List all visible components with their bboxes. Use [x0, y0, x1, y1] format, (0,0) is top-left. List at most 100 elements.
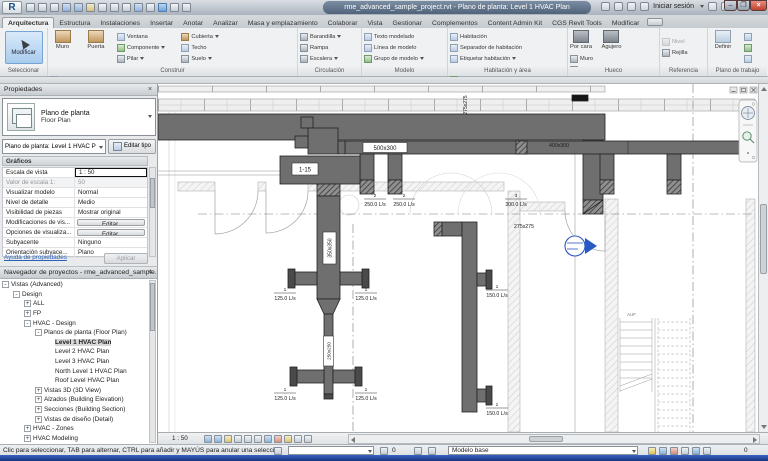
flow-label[interactable]: 125.0 L/s: [274, 296, 296, 302]
tab-content-admin-kit[interactable]: Content Admin Kit: [483, 18, 547, 28]
prop-row-detalle[interactable]: Nivel de detalle Medio: [3, 198, 147, 208]
prop-row-opciones[interactable]: Opciones de visualiza... Editar...: [3, 228, 147, 238]
navbar-more-icon[interactable]: [747, 152, 749, 154]
flow-label[interactable]: 150.0 L/s: [486, 411, 508, 417]
escalera-button[interactable]: Escalera: [298, 53, 360, 64]
restore-button[interactable]: ❐: [737, 0, 750, 11]
vertical-scrollbar[interactable]: [758, 84, 768, 432]
expand-icon[interactable]: +: [24, 435, 31, 442]
rejilla-button[interactable]: Rejilla: [660, 47, 706, 58]
exchange-apps-icon[interactable]: [708, 2, 717, 11]
tree-item-alzados[interactable]: +Alzados (Building Elevation): [0, 395, 150, 405]
view-restore-icon[interactable]: [740, 87, 747, 93]
prop-value[interactable]: Ninguno: [75, 238, 147, 247]
duct-size-label[interactable]: 275x275: [514, 224, 534, 230]
browser-scrollbar[interactable]: [149, 280, 156, 443]
tree-item-vistas-diseno[interactable]: +Vistas de diseño (Detail): [0, 414, 150, 424]
prop-row-escala[interactable]: Escala de vista 1 : 50: [3, 168, 147, 178]
flow-tag[interactable]: 1: [496, 284, 499, 290]
view-scale-button[interactable]: 1 : 50: [172, 435, 188, 442]
panel-label-construir[interactable]: Construir: [48, 67, 297, 76]
duct-drop[interactable]: [360, 154, 374, 180]
section-graficos[interactable]: Gráficos: [2, 156, 148, 166]
editar-button[interactable]: Editar...: [77, 219, 145, 226]
panel-label-circulacion[interactable]: Circulación: [298, 67, 361, 76]
section-icon[interactable]: [146, 3, 155, 12]
nivel-button[interactable]: Nivel: [660, 36, 706, 47]
print-icon[interactable]: [86, 3, 95, 12]
project-browser-header[interactable]: Navegador de proyectos - rme_advanced_sa…: [0, 267, 157, 279]
suelo-button[interactable]: Suelo: [179, 53, 233, 64]
expand-icon[interactable]: -: [35, 329, 42, 336]
prop-row-visualizar[interactable]: Visualizar modelo Normal: [3, 188, 147, 198]
open-icon[interactable]: [26, 3, 35, 12]
duct-drop[interactable]: [388, 154, 402, 180]
tree-item-all[interactable]: +ALL: [0, 299, 150, 309]
flow-tag[interactable]: 1: [284, 287, 287, 293]
texto-modelado-button[interactable]: Texto modelado: [362, 31, 446, 42]
properties-close-icon[interactable]: ×: [146, 86, 154, 94]
tree-item-secciones[interactable]: +Secciones (Building Section): [0, 405, 150, 415]
prop-value[interactable]: Medio: [75, 198, 147, 207]
properties-filter-combo[interactable]: Plano de planta: Level 1 HVAC P: [2, 139, 106, 154]
detail-level-icon[interactable]: [204, 435, 212, 443]
close-button[interactable]: ×: [750, 0, 767, 11]
panel-label-habitacion[interactable]: Habitación y área: [448, 67, 567, 76]
view-window-controls[interactable]: [730, 87, 757, 93]
shadows-icon[interactable]: [234, 435, 242, 443]
flow-tag[interactable]: 1: [365, 287, 368, 293]
expand-icon[interactable]: +: [24, 300, 31, 307]
tree-item-level-2-hvac-plan[interactable]: Level 2 HVAC Plan: [0, 347, 150, 357]
duct-drop[interactable]: [667, 154, 681, 180]
ahu-connector[interactable]: [308, 128, 338, 154]
tab-insertar[interactable]: Insertar: [145, 18, 178, 28]
componente-button[interactable]: Componente: [115, 42, 175, 53]
tree-item-level-3-hvac-plan[interactable]: Level 3 HVAC Plan: [0, 357, 150, 367]
panel-label-referencia[interactable]: Referencia: [660, 67, 707, 76]
exclude-options-icon[interactable]: [648, 447, 656, 455]
panel-label-modelo[interactable]: Modelo: [362, 67, 447, 76]
view-minimize-icon[interactable]: [730, 87, 737, 93]
flow-label[interactable]: 125.0 L/s: [274, 396, 296, 402]
app-menu-button[interactable]: R: [2, 1, 22, 14]
aligned-dimension-icon[interactable]: [110, 3, 119, 12]
rampa-button[interactable]: Rampa: [298, 42, 360, 53]
expand-icon[interactable]: +: [24, 425, 31, 432]
tree-item-vistas-advanced[interactable]: -Vistas (Advanced): [0, 280, 150, 290]
design-options-icon[interactable]: [414, 447, 422, 455]
editing-requests-icon[interactable]: [380, 447, 388, 455]
por-cara-button[interactable]: Por cara: [569, 30, 593, 50]
prop-value[interactable]: 1 : 50: [75, 168, 147, 177]
prop-value[interactable]: Normal: [75, 188, 147, 197]
tab-estructura[interactable]: Estructura: [54, 18, 95, 28]
zoom-icon[interactable]: [743, 132, 751, 140]
tab-gestionar[interactable]: Gestionar: [387, 18, 426, 28]
reveal-constraints-icon[interactable]: [304, 435, 312, 443]
select-links-icon[interactable]: [670, 447, 678, 455]
type-selector-dropdown-icon[interactable]: [148, 115, 152, 118]
ventana-button[interactable]: Ventana: [115, 31, 175, 42]
main-supply-duct[interactable]: [158, 114, 605, 140]
flow-tag[interactable]: 2: [374, 193, 377, 199]
flow-tag[interactable]: 3: [515, 193, 518, 199]
filter-icon[interactable]: [703, 447, 711, 455]
vertical-scroll-thumb[interactable]: [760, 204, 767, 274]
panel-label-seleccionar[interactable]: Seleccionar: [0, 67, 47, 76]
select-by-face-icon[interactable]: [692, 447, 700, 455]
search-icon[interactable]: [601, 2, 610, 11]
type-selector[interactable]: Plano de planta Floor Plan: [2, 98, 156, 136]
3d-view-icon[interactable]: [134, 3, 143, 12]
prop-value[interactable]: Mostrar original: [75, 208, 147, 217]
windows-taskbar[interactable]: [0, 455, 768, 461]
flow-tag[interactable]: 1: [284, 387, 287, 393]
scroll-down-icon[interactable]: [761, 425, 767, 429]
equipment-tag[interactable]: 1-15: [299, 168, 312, 174]
prop-row-subyacente[interactable]: Subyacente Ninguno: [3, 238, 147, 248]
expand-icon[interactable]: +: [24, 310, 31, 317]
flow-label[interactable]: 125.0 L/s: [355, 396, 377, 402]
viewer-button[interactable]: [742, 53, 756, 64]
tree-item-hvac-modeling[interactable]: +HVAC Modeling: [0, 434, 150, 444]
flow-label[interactable]: 250.0 L/s: [364, 202, 386, 208]
right-vertical-duct[interactable]: [462, 222, 477, 412]
visual-style-icon[interactable]: [214, 435, 222, 443]
